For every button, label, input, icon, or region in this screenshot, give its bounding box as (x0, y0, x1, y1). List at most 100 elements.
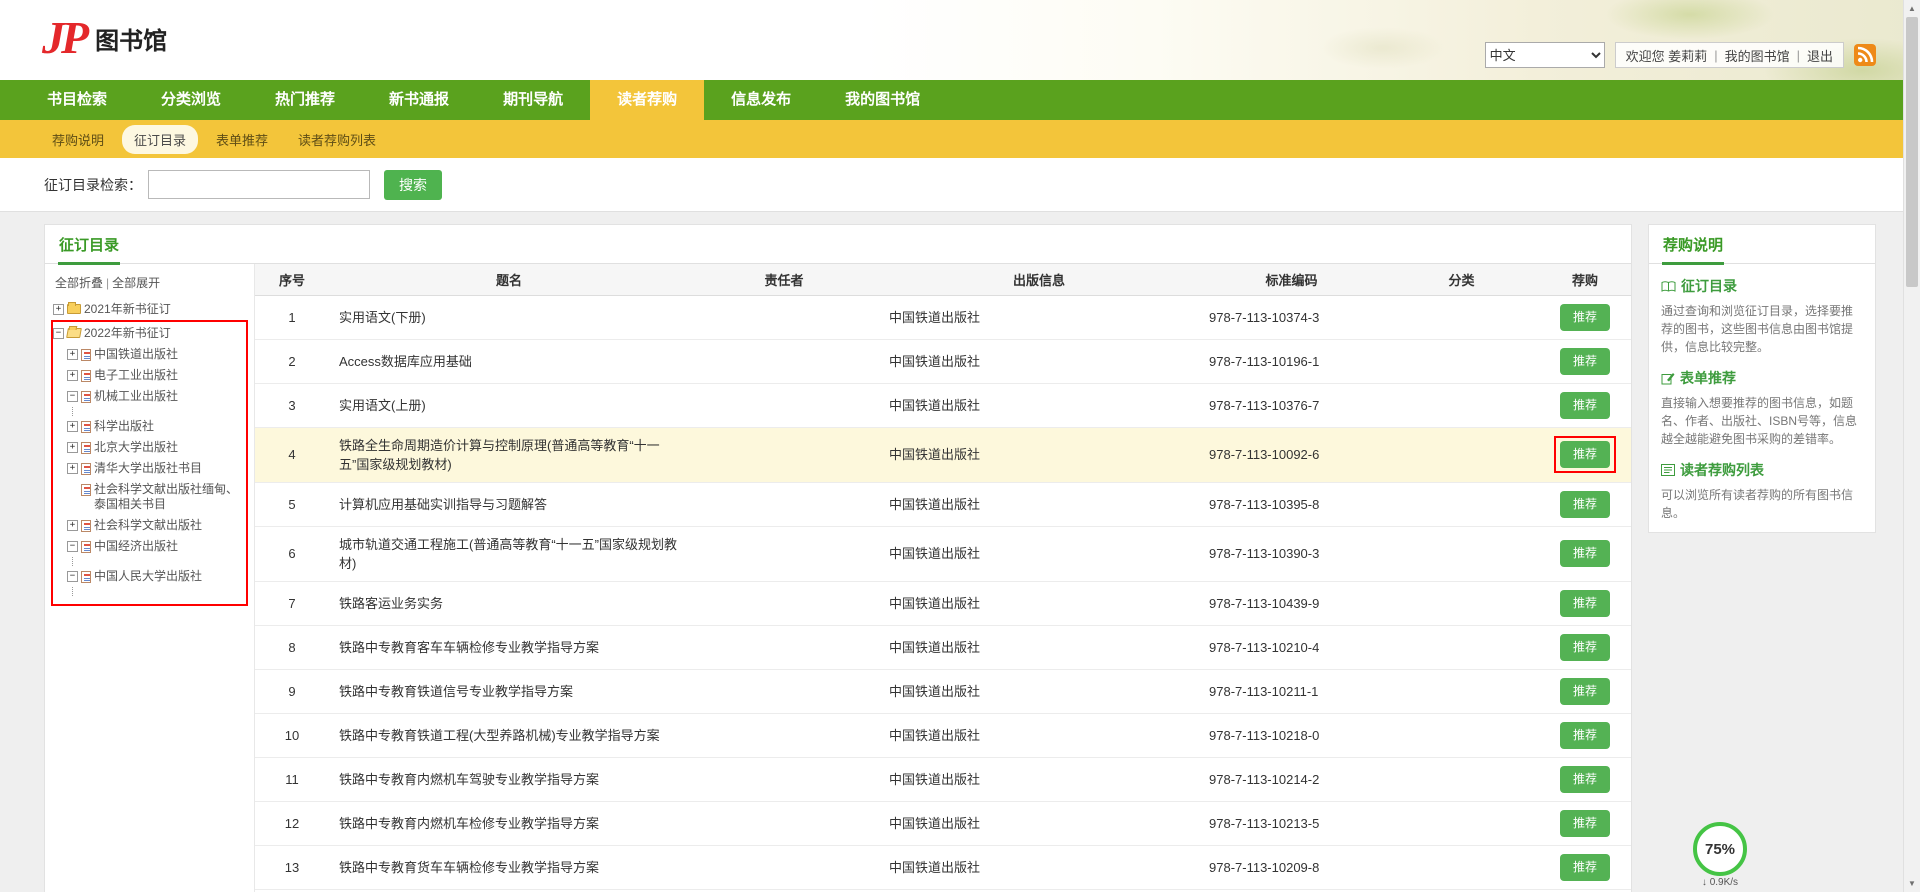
cell-title: 铁路中专教育内燃机车驾驶专业教学指导方案 (329, 757, 689, 801)
recommend-button[interactable]: 推荐 (1560, 854, 1610, 881)
nav-item-信息发布[interactable]: 信息发布 (704, 80, 818, 120)
tree-item-中国铁道出版社[interactable]: +中国铁道出版社 (67, 344, 244, 365)
expand-icon[interactable]: + (67, 349, 78, 360)
tree-item-label: 2021年新书征订 (84, 302, 248, 317)
welcome-text: 欢迎您 姜莉莉 (1626, 46, 1708, 65)
collapse-all-link[interactable]: 全部折叠 (55, 276, 103, 290)
nav-item-分类浏览[interactable]: 分类浏览 (134, 80, 248, 120)
download-widget[interactable]: 75% ↓ 0.9K/s (1684, 822, 1756, 888)
sidebar-section-link[interactable]: 表单推荐 (1661, 368, 1863, 388)
cell-isbn: 978-7-113-10210-4 (1199, 625, 1384, 669)
column-header-分类: 分类 (1384, 264, 1539, 295)
expand-icon[interactable]: + (67, 520, 78, 531)
search-input[interactable] (148, 170, 370, 199)
cell-recommend: 推荐 (1539, 339, 1631, 383)
table-row: 6城市轨道交通工程施工(普通高等教育“十一五”国家级规划教材)中国铁道出版社97… (255, 526, 1631, 581)
cell-publisher: 中国铁道出版社 (879, 713, 1199, 757)
expand-icon[interactable]: + (67, 442, 78, 453)
page-scrollbar[interactable]: ▲ ▼ (1903, 0, 1920, 892)
recommend-button[interactable]: 推荐 (1560, 766, 1610, 793)
table-row: 9铁路中专教育铁道信号专业教学指导方案中国铁道出版社978-7-113-1021… (255, 669, 1631, 713)
subnav-item-表单推荐[interactable]: 表单推荐 (204, 125, 280, 154)
recommend-button[interactable]: 推荐 (1560, 590, 1610, 617)
column-header-标准编码: 标准编码 (1199, 264, 1384, 295)
expand-icon[interactable]: + (67, 463, 78, 474)
cell-author (689, 713, 879, 757)
tree-item-社会科学文献出版社缅甸、泰国相关书目[interactable]: 社会科学文献出版社缅甸、泰国相关书目 (67, 479, 244, 515)
collapse-icon[interactable]: − (53, 328, 64, 339)
cell-category (1384, 845, 1539, 889)
sidebar-section-link[interactable]: 征订目录 (1661, 276, 1863, 296)
nav-item-书目检索[interactable]: 书目检索 (20, 80, 134, 120)
sidebar-title: 荐购说明 (1649, 225, 1875, 264)
recommend-button[interactable]: 推荐 (1560, 678, 1610, 705)
subnav-item-读者荐购列表[interactable]: 读者荐购列表 (286, 125, 388, 154)
book-table-header: 序号题名责任者出版信息标准编码分类荐购 (255, 264, 1631, 295)
tree-item-2021年新书征订[interactable]: +2021年新书征订 (53, 299, 248, 320)
recommend-button[interactable]: 推荐 (1560, 540, 1610, 567)
nav-item-我的图书馆[interactable]: 我的图书馆 (818, 80, 947, 120)
my-library-link[interactable]: 我的图书馆 (1725, 46, 1790, 65)
doc-icon (81, 370, 91, 382)
sidebar-section-link[interactable]: 读者荐购列表 (1661, 460, 1863, 480)
tree-item-2022年新书征订[interactable]: −2022年新书征订 (53, 323, 244, 344)
table-row: 11铁路中专教育内燃机车驾驶专业教学指导方案中国铁道出版社978-7-113-1… (255, 757, 1631, 801)
tree-item-中国人民大学出版社[interactable]: −中国人民大学出版社 (67, 566, 244, 587)
scrollbar-down-arrow[interactable]: ▼ (1904, 875, 1920, 892)
search-button[interactable]: 搜索 (384, 170, 442, 200)
tree-item-社会科学文献出版社[interactable]: +社会科学文献出版社 (67, 515, 244, 536)
cell-category (1384, 383, 1539, 427)
recommend-button[interactable]: 推荐 (1560, 348, 1610, 375)
cell-author (689, 295, 879, 339)
collapse-icon[interactable]: − (67, 391, 78, 402)
cell-publisher: 中国铁道出版社 (879, 295, 1199, 339)
expand-icon[interactable]: + (53, 304, 64, 315)
nav-item-读者荐购[interactable]: 读者荐购 (590, 80, 704, 120)
logout-link[interactable]: 退出 (1807, 46, 1833, 65)
nav-item-热门推荐[interactable]: 热门推荐 (248, 80, 362, 120)
cell-category (1384, 295, 1539, 339)
recommend-button[interactable]: 推荐 (1560, 722, 1610, 749)
collapse-icon[interactable]: − (67, 541, 78, 552)
doc-icon (81, 421, 91, 433)
nav-item-新书通报[interactable]: 新书通报 (362, 80, 476, 120)
doc-icon (81, 349, 91, 361)
recommend-button[interactable]: 推荐 (1560, 634, 1610, 661)
cell-recommend: 推荐 (1539, 713, 1631, 757)
cell-no: 12 (255, 801, 329, 845)
catalog-panel-title: 征订目录 (45, 225, 1631, 264)
tree-item-机械工业出版社[interactable]: − 机械工业出版社 (67, 386, 244, 407)
tree-item-清华大学出版社书目[interactable]: +清华大学出版社书目 (67, 458, 244, 479)
tree-item-电子工业出版社[interactable]: +电子工业出版社 (67, 365, 244, 386)
tree-item-中国经济出版社[interactable]: − 中国经济出版社 (67, 536, 244, 557)
recommend-button[interactable]: 推荐 (1560, 810, 1610, 837)
form-icon (1661, 372, 1675, 385)
subnav-item-征订目录[interactable]: 征订目录 (122, 125, 198, 154)
tree-item-科学出版社[interactable]: +科学出版社 (67, 416, 244, 437)
nav-item-期刊导航[interactable]: 期刊导航 (476, 80, 590, 120)
cell-category (1384, 757, 1539, 801)
rss-icon[interactable] (1854, 44, 1876, 66)
recommend-button[interactable]: 推荐 (1560, 304, 1610, 331)
expand-icon[interactable]: + (67, 421, 78, 432)
download-progress-circle[interactable]: 75% (1693, 822, 1747, 876)
folder-icon (67, 304, 81, 314)
recommend-button[interactable]: 推荐 (1560, 392, 1610, 419)
cell-title: 铁路中专教育铁道信号专业教学指导方案 (329, 669, 689, 713)
expand-all-link[interactable]: 全部展开 (112, 276, 160, 290)
tree-item-北京大学出版社[interactable]: +北京大学出版社 (67, 437, 244, 458)
language-select[interactable]: 中文 (1485, 42, 1605, 68)
collapse-icon[interactable]: − (67, 571, 78, 582)
recommend-button[interactable]: 推荐 (1560, 491, 1610, 518)
scrollbar-up-arrow[interactable]: ▲ (1904, 0, 1920, 17)
doc-icon (81, 571, 91, 583)
scrollbar-thumb[interactable] (1906, 17, 1918, 287)
catalog-tree: 全部折叠|全部展开 +2021年新书征订−2022年新书征订+中国铁道出版社+电… (45, 264, 255, 892)
doc-icon (81, 442, 91, 454)
subnav-item-荐购说明[interactable]: 荐购说明 (40, 125, 116, 154)
tree-item-label: 中国经济出版社 (94, 539, 244, 554)
tree-item-label: 机械工业出版社 (94, 389, 244, 404)
table-row: 5计算机应用基础实训指导与习题解答中国铁道出版社978-7-113-10395-… (255, 482, 1631, 526)
recommend-button[interactable]: 推荐 (1560, 441, 1610, 468)
expand-icon[interactable]: + (67, 370, 78, 381)
